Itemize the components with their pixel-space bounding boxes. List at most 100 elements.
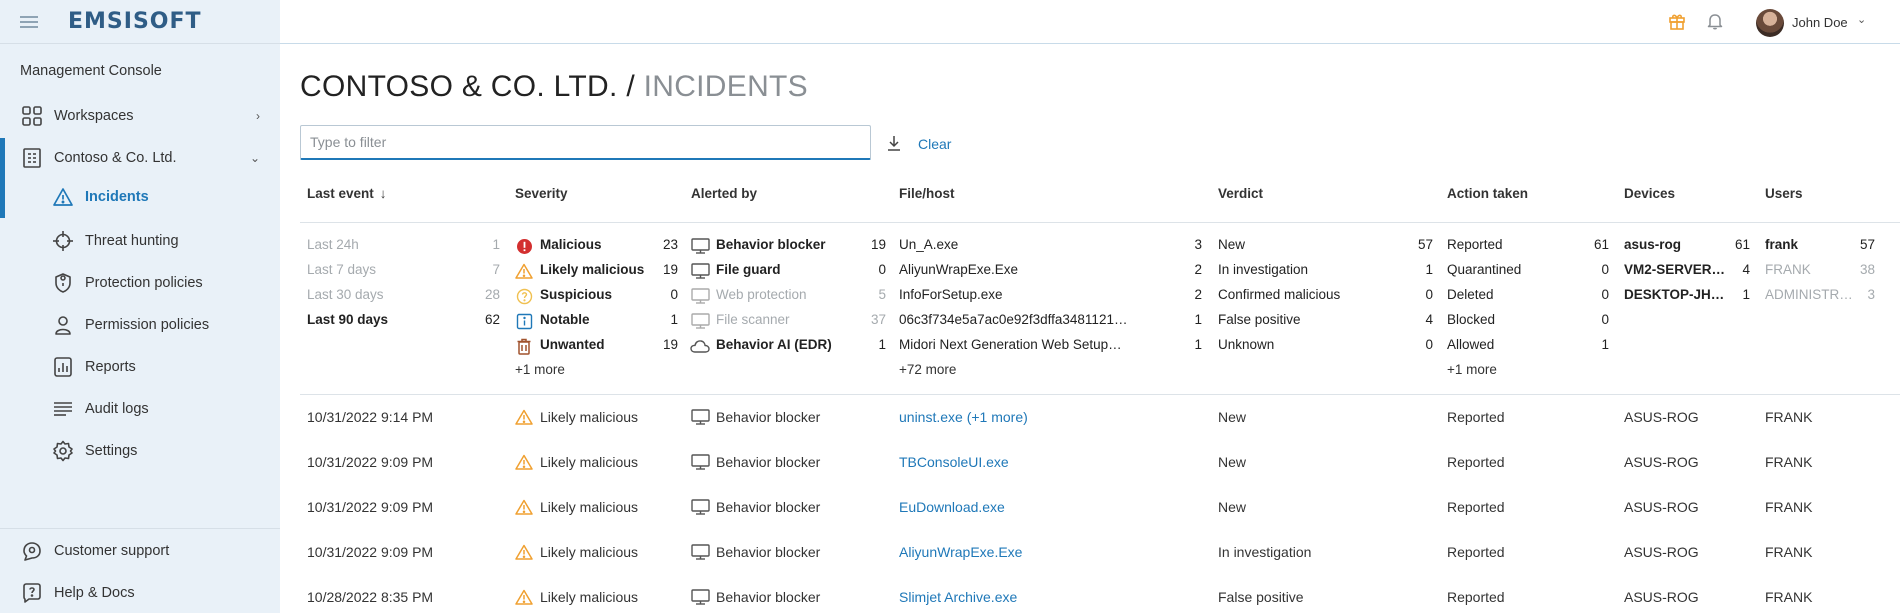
cell-alerted-by: Behavior blocker [716, 589, 821, 605]
filter-input[interactable] [300, 125, 871, 160]
facet-label[interactable]: Reported [1447, 237, 1503, 252]
cell-action: Reported [1447, 544, 1505, 560]
more-link[interactable]: +1 more [1447, 362, 1497, 377]
facet-label[interactable]: Last 24h [307, 237, 359, 252]
bell-icon[interactable] [1706, 12, 1724, 35]
monitor-icon [690, 543, 710, 561]
cell-user: FRANK [1765, 454, 1813, 470]
cell-action: Reported [1447, 454, 1505, 470]
facet-label[interactable]: Deleted [1447, 287, 1494, 302]
cell-last-event: 10/31/2022 9:09 PM [307, 499, 434, 515]
column-header-last-event[interactable]: Last event ↓ [307, 186, 387, 201]
facet-label[interactable]: Quarantined [1447, 262, 1521, 277]
shield-icon [51, 271, 75, 295]
clear-button[interactable]: Clear [918, 136, 951, 152]
facet-label[interactable]: Malicious [540, 237, 602, 252]
sidebar-item-protection-policies[interactable]: Protection policies [0, 264, 280, 302]
cell-verdict: New [1218, 499, 1247, 515]
facet-label[interactable]: Unknown [1218, 337, 1274, 352]
column-header-action-taken[interactable]: Action taken [1447, 186, 1528, 201]
facet-label[interactable]: 06c3f734e5a7ac0e92f3dffa3481121… [899, 312, 1127, 327]
column-header-severity[interactable]: Severity [515, 186, 568, 201]
facet-label[interactable]: Unwanted [540, 337, 605, 352]
facet-label[interactable]: Confirmed malicious [1218, 287, 1340, 302]
sidebar-item-workspaces[interactable]: Workspaces › [0, 97, 280, 135]
cell-last-event: 10/31/2022 9:14 PM [307, 409, 434, 425]
facet-count: 61 [1734, 237, 1750, 252]
download-icon[interactable] [885, 134, 903, 157]
sidebar-item-audit-logs[interactable]: Audit logs [0, 390, 280, 428]
column-header-file-host[interactable]: File/host [899, 186, 955, 201]
sidebar-item-reports[interactable]: Reports [0, 348, 280, 386]
sidebar-item-label: Incidents [85, 189, 149, 205]
grid-icon [20, 104, 44, 128]
cell-file-link[interactable]: AliyunWrapExe.Exe [899, 544, 1022, 560]
facet-label[interactable]: Last 90 days [307, 312, 388, 327]
cell-last-event: 10/31/2022 9:09 PM [307, 454, 434, 470]
warning-icon [514, 588, 534, 606]
cell-user: FRANK [1765, 409, 1813, 425]
facet-count: 37 [870, 312, 886, 327]
facet-label[interactable]: False positive [1218, 312, 1301, 327]
column-header-verdict[interactable]: Verdict [1218, 186, 1263, 201]
facet-label[interactable]: Midori Next Generation Web Setup… [899, 337, 1122, 352]
sidebar-item-threat-hunting[interactable]: Threat hunting [0, 222, 280, 260]
cell-action: Reported [1447, 409, 1505, 425]
facet-count: 0 [1425, 287, 1433, 302]
more-link[interactable]: +1 more [515, 362, 565, 377]
crosshair-icon [51, 229, 75, 253]
sidebar-item-label: Audit logs [85, 401, 149, 417]
facet-label[interactable]: Web protection [716, 287, 807, 302]
facet-label[interactable]: Last 7 days [307, 262, 376, 277]
facet-label[interactable]: File guard [716, 262, 781, 277]
sidebar-item-incidents[interactable]: Incidents [0, 178, 280, 216]
divider [0, 528, 280, 529]
cell-action: Reported [1447, 589, 1505, 605]
column-header-devices[interactable]: Devices [1624, 186, 1675, 201]
facet-label[interactable]: New [1218, 237, 1245, 252]
facet-label[interactable]: Un_A.exe [899, 237, 958, 252]
facet-label[interactable]: Behavior blocker [716, 237, 826, 252]
user-name[interactable]: John Doe [1792, 15, 1848, 30]
facet-label[interactable]: In investigation [1218, 262, 1308, 277]
monitor-icon [690, 287, 710, 305]
warning-icon [514, 498, 534, 516]
sidebar-item-help-docs[interactable]: Help & Docs [0, 574, 280, 612]
column-header-alerted-by[interactable]: Alerted by [691, 186, 757, 201]
facet-label[interactable]: Last 30 days [307, 287, 384, 302]
facet-label[interactable]: Behavior AI (EDR) [716, 337, 832, 352]
facet-label[interactable]: frank [1765, 237, 1798, 252]
cell-file-link[interactable]: TBConsoleUI.exe [899, 454, 1009, 470]
cell-file-link[interactable]: Slimjet Archive.exe [899, 589, 1017, 605]
facet-label[interactable]: File scanner [716, 312, 790, 327]
avatar[interactable] [1756, 9, 1784, 37]
more-link[interactable]: +72 more [899, 362, 956, 377]
sidebar-item-contoso[interactable]: Contoso & Co. Ltd. ⌄ [0, 139, 280, 177]
facet-label[interactable]: Blocked [1447, 312, 1495, 327]
gift-icon[interactable] [1668, 12, 1686, 35]
cell-file-link[interactable]: uninst.exe (+1 more) [899, 409, 1028, 425]
cell-file-link[interactable]: EuDownload.exe [899, 499, 1005, 515]
sidebar-item-customer-support[interactable]: Customer support [0, 532, 280, 570]
facet-count: 3 [1194, 237, 1202, 252]
building-icon [20, 146, 44, 170]
facet-label[interactable]: Likely malicious [540, 262, 644, 277]
facet-label[interactable]: Suspicious [540, 287, 612, 302]
sidebar-item-permission-policies[interactable]: Permission policies [0, 306, 280, 344]
facet-count: 4 [1742, 262, 1750, 277]
sidebar-item-label: Threat hunting [85, 233, 179, 249]
column-header-users[interactable]: Users [1765, 186, 1803, 201]
sidebar-item-settings[interactable]: Settings [0, 432, 280, 470]
facet-label[interactable]: asus-rog [1624, 237, 1681, 252]
facet-label[interactable]: AliyunWrapExe.Exe [899, 262, 1018, 277]
facet-label[interactable]: FRANK [1765, 262, 1811, 277]
facet-label[interactable]: InfoForSetup.exe [899, 287, 1003, 302]
menu-icon[interactable] [20, 13, 38, 31]
breadcrumb-org[interactable]: CONTOSO & CO. LTD. [300, 70, 618, 103]
facet-label[interactable]: Notable [540, 312, 590, 327]
trash-icon [514, 337, 534, 355]
facet-count: 57 [1859, 237, 1875, 252]
cell-verdict: New [1218, 454, 1247, 470]
facet-label[interactable]: Allowed [1447, 337, 1494, 352]
chevron-down-icon[interactable]: ⌄ [1857, 13, 1866, 26]
